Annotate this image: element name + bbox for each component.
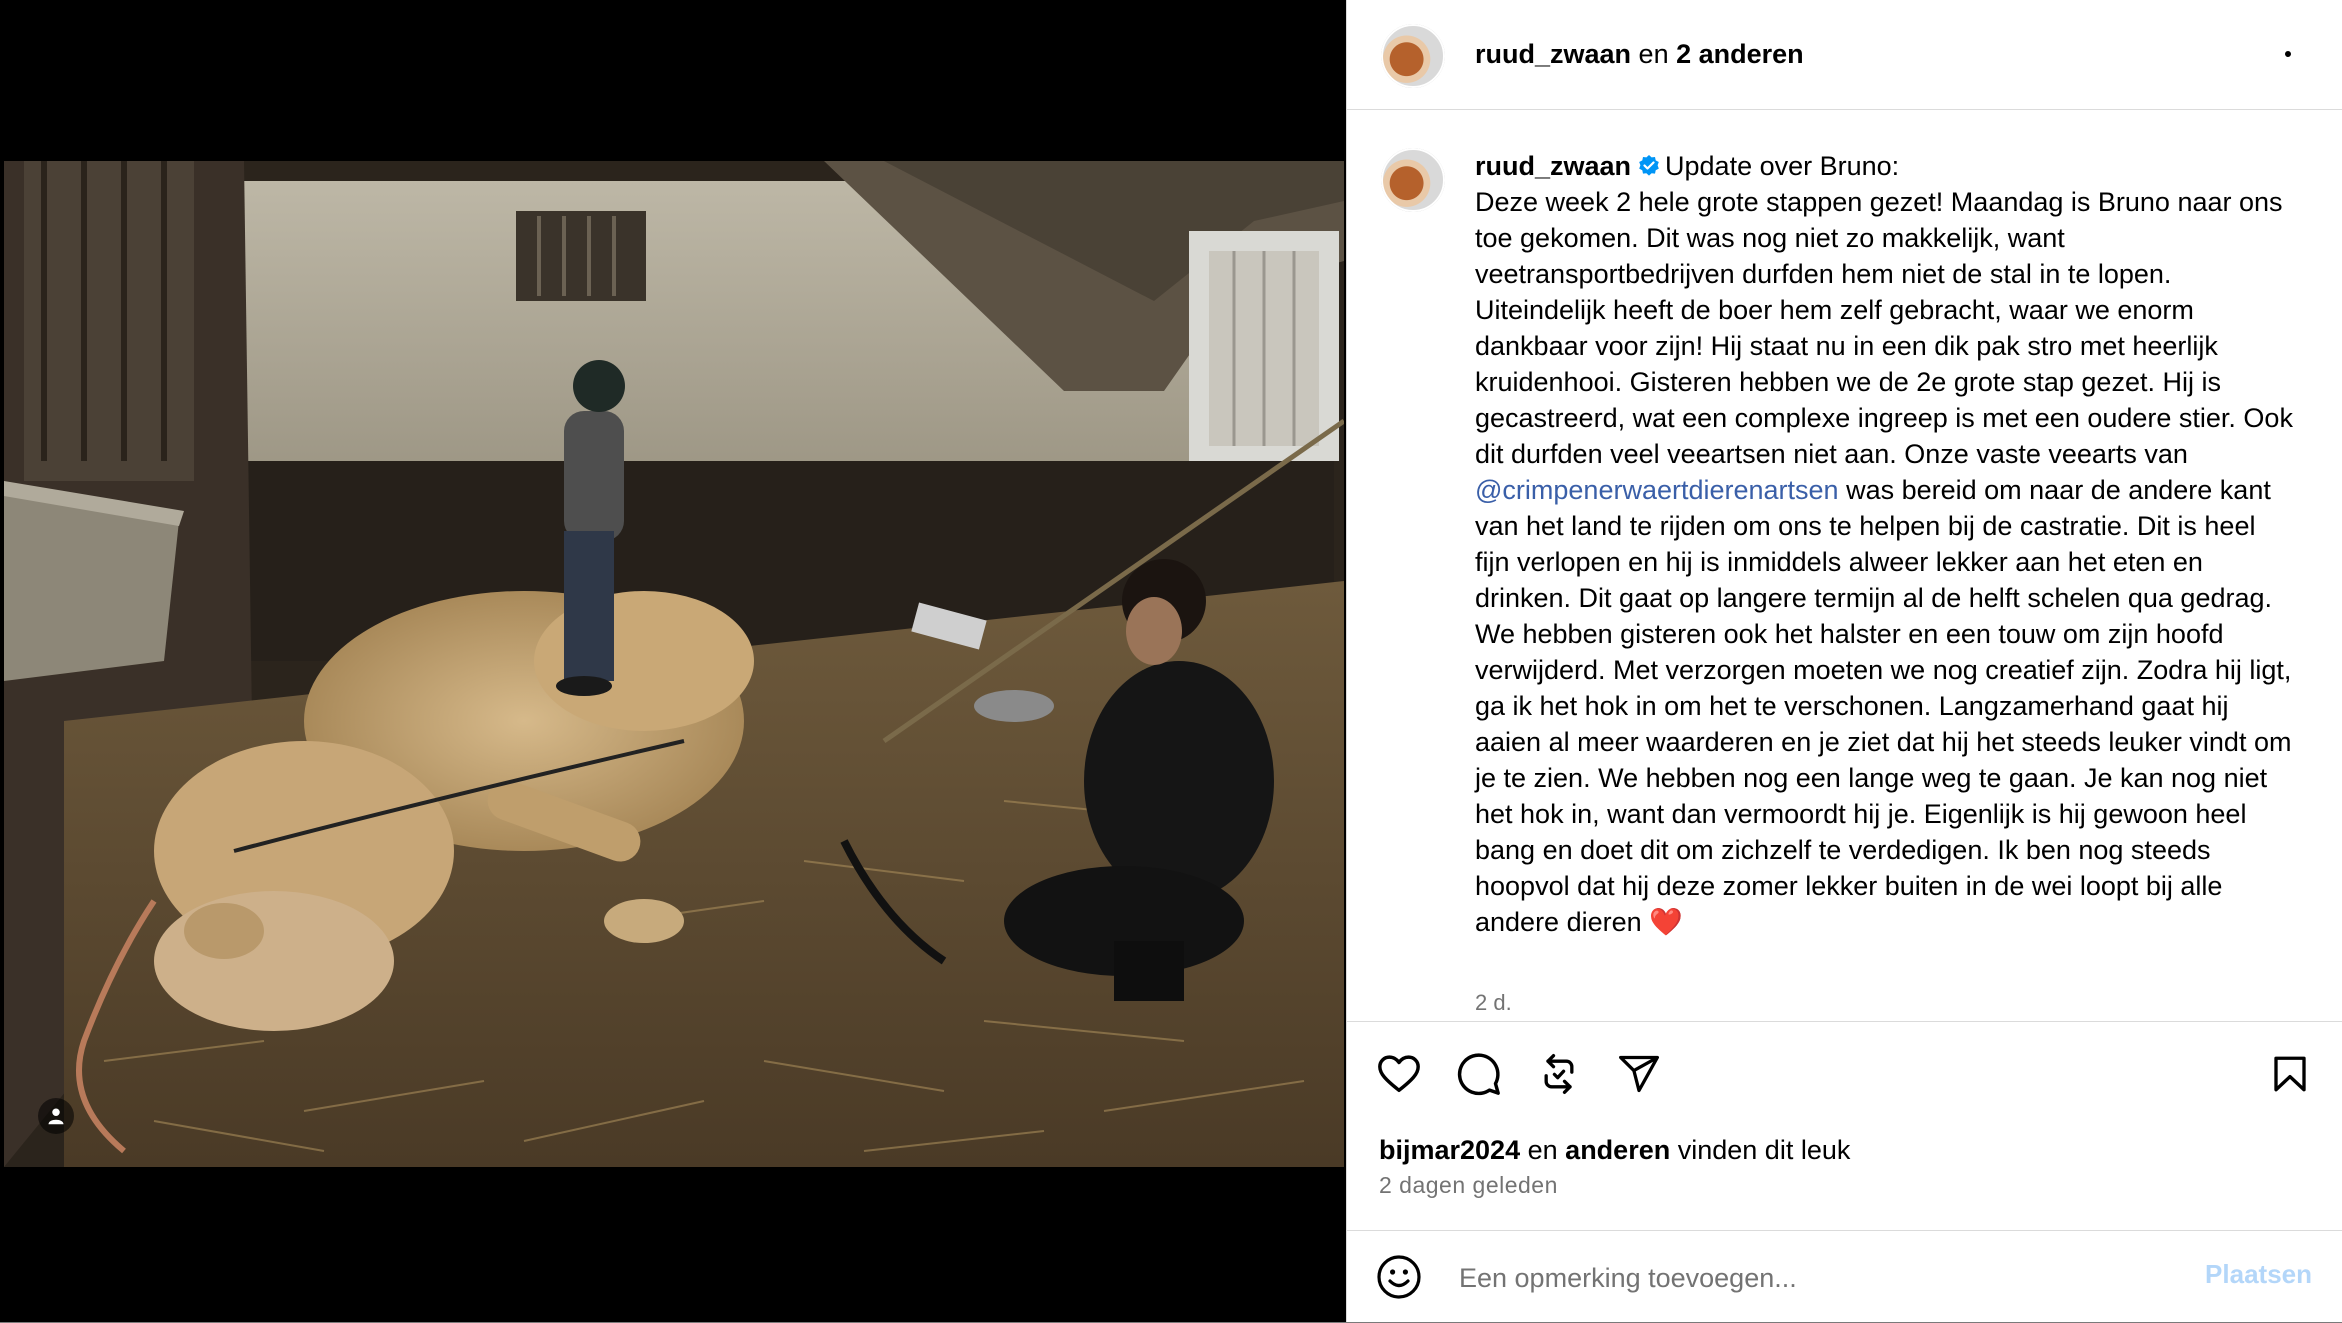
- comments-section: ruud_zwaan Update over Bruno: Deze week …: [1347, 110, 2342, 1022]
- post-actions-section: bijmar2024 en anderen vinden dit leuk 2 …: [1347, 1021, 2342, 1322]
- owner-line: ruud_zwaan en 2 anderen: [1475, 36, 1804, 72]
- add-comment-bar: Plaatsen: [1347, 1230, 2342, 1323]
- like-button[interactable]: [1375, 1050, 1423, 1098]
- likes-others-link[interactable]: anderen: [1565, 1135, 1670, 1165]
- repost-icon: [1544, 1054, 1574, 1094]
- likes-summary: bijmar2024 en anderen vinden dit leuk: [1379, 1132, 1850, 1168]
- post-comment-button[interactable]: Plaatsen: [2205, 1259, 2312, 1290]
- post-header: ruud_zwaan en 2 anderen: [1347, 0, 2342, 110]
- liker-username[interactable]: bijmar2024: [1379, 1135, 1520, 1165]
- caption-title: Update over Bruno:: [1665, 151, 1900, 181]
- caption-text-part2: was bereid om naar de andere kant van he…: [1475, 475, 2292, 937]
- post-date[interactable]: 2 dagen geleden: [1379, 1172, 1558, 1199]
- caption-avatar[interactable]: [1381, 148, 1445, 212]
- post-media-area: [0, 0, 1346, 1322]
- likes-connector: en: [1527, 1135, 1558, 1165]
- coauthor-connector: en: [1638, 39, 1669, 69]
- verified-badge-icon: [1639, 155, 1659, 176]
- comment-button[interactable]: [1455, 1050, 1503, 1098]
- comment-input[interactable]: [1457, 1255, 2161, 1301]
- caption-timestamp[interactable]: 2 d.: [1475, 990, 1512, 1016]
- post-modal: ruud_zwaan en 2 anderen ruud_zwaan Updat…: [0, 0, 2342, 1322]
- post-photo[interactable]: [4, 161, 1344, 1167]
- barn-scene-image: [4, 161, 1344, 1167]
- owner-username[interactable]: ruud_zwaan: [1475, 39, 1631, 69]
- caption-text-part1: Deze week 2 hele grote stappen gezet! Ma…: [1475, 187, 2293, 469]
- save-button[interactable]: [2266, 1050, 2314, 1098]
- send-icon: [1619, 1055, 1659, 1093]
- heart-emoji: ❤️: [1649, 907, 1683, 937]
- more-options-button[interactable]: [2268, 38, 2308, 70]
- heart-icon: [1378, 1055, 1420, 1093]
- caption-mention-link[interactable]: @crimpenerwaertdierenartsen: [1475, 475, 1839, 505]
- post-side-panel: ruud_zwaan en 2 anderen ruud_zwaan Updat…: [1346, 0, 2342, 1322]
- coauthors-link[interactable]: 2 anderen: [1676, 39, 1804, 69]
- repost-button[interactable]: [1535, 1050, 1583, 1098]
- caption-username[interactable]: ruud_zwaan: [1475, 151, 1631, 181]
- comment-bubble-icon: [1457, 1053, 1500, 1096]
- tagged-users-button[interactable]: [38, 1098, 74, 1134]
- emoji-button[interactable]: [1375, 1253, 1423, 1301]
- more-horizontal-icon: [2285, 51, 2291, 57]
- bookmark-icon: [2274, 1056, 2306, 1092]
- post-caption: ruud_zwaan Update over Bruno: Deze week …: [1475, 148, 2295, 940]
- emoji-smile-icon: [1377, 1255, 1421, 1299]
- share-button[interactable]: [1615, 1050, 1663, 1098]
- likes-suffix: vinden dit leuk: [1677, 1135, 1851, 1165]
- user-tag-icon: [48, 1108, 64, 1125]
- owner-avatar[interactable]: [1381, 24, 1445, 88]
